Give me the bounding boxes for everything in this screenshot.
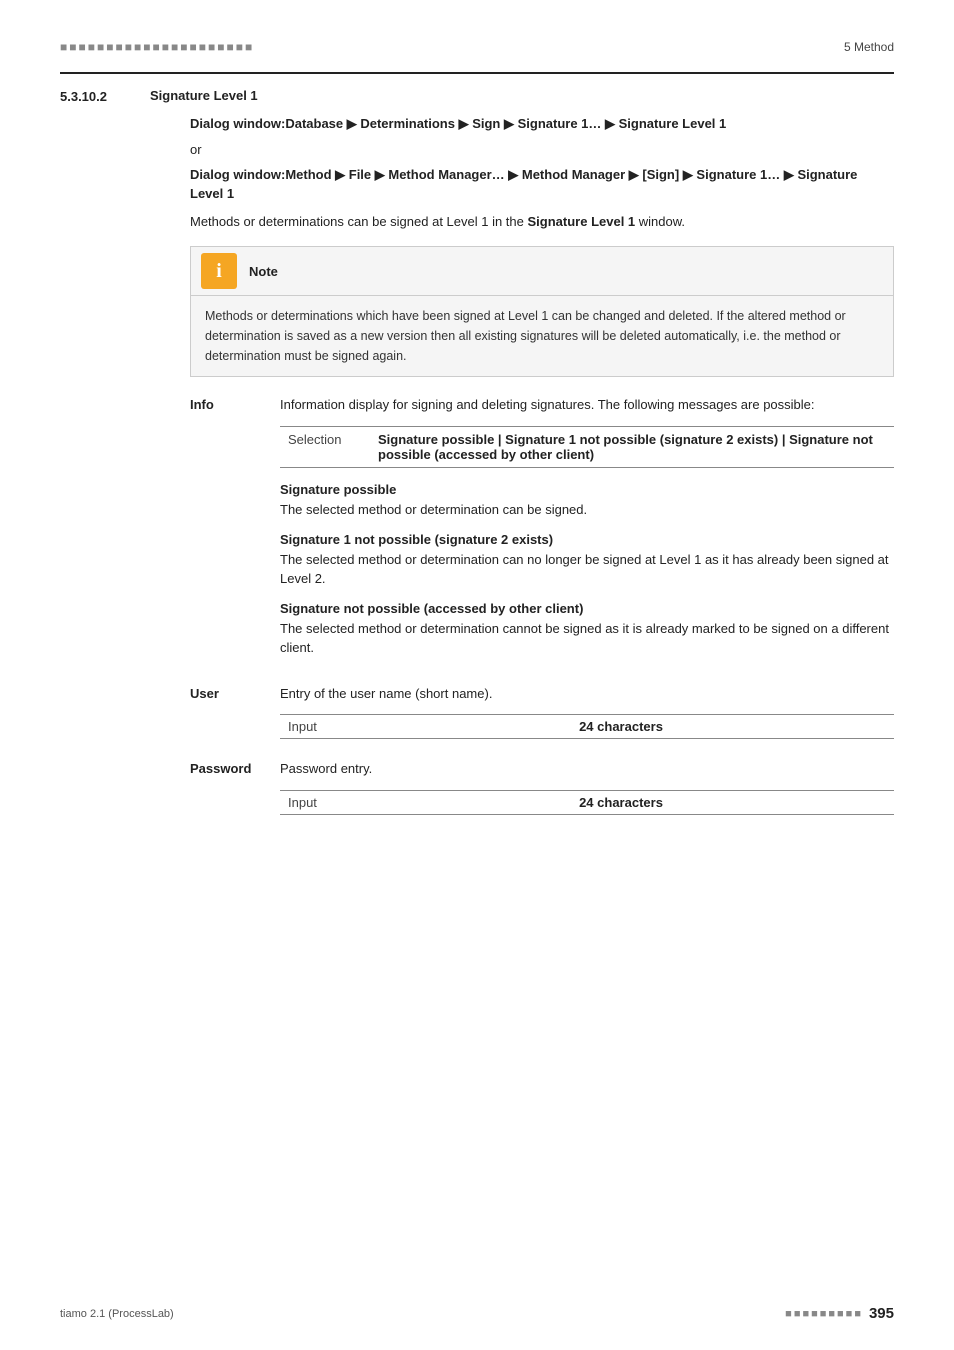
content-area: Dialog window:Database ▶ Determinations …	[190, 114, 894, 819]
info-content: Information display for signing and dele…	[280, 395, 894, 669]
top-bar: ■■■■■■■■■■■■■■■■■■■■■ 5 Method	[60, 40, 894, 54]
sub-item-title-0: Signature possible	[280, 482, 894, 497]
user-section: User Entry of the user name (short name)…	[190, 684, 894, 744]
user-input-row: Input 24 characters	[280, 715, 894, 739]
user-input-table: Input 24 characters	[280, 714, 894, 739]
table-row: Selection Signature possible | Signature…	[280, 427, 894, 468]
note-box: i Note Methods or determinations which h…	[190, 246, 894, 377]
sub-item-2: Signature not possible (accessed by othe…	[280, 601, 894, 658]
page-footer: tiamo 2.1 (ProcessLab) ■■■■■■■■■ 395	[60, 1305, 894, 1322]
note-header: i Note	[191, 247, 893, 296]
info-text: Information display for signing and dele…	[280, 395, 894, 416]
password-input-table: Input 24 characters	[280, 790, 894, 815]
selection-label-cell: Selection	[280, 427, 370, 468]
sub-item-0: Signature possible The selected method o…	[280, 482, 894, 520]
sub-item-1: Signature 1 not possible (signature 2 ex…	[280, 532, 894, 589]
note-title: Note	[249, 264, 278, 279]
sub-item-text-1: The selected method or determination can…	[280, 550, 894, 589]
sub-item-title-2: Signature not possible (accessed by othe…	[280, 601, 894, 616]
user-input-value-cell: 24 characters	[571, 715, 894, 739]
top-bar-section: 5 Method	[844, 40, 894, 54]
password-input-label-cell: Input	[280, 791, 571, 815]
info-icon: i	[201, 253, 237, 289]
top-bar-dots: ■■■■■■■■■■■■■■■■■■■■■	[60, 40, 254, 54]
selection-table: Selection Signature possible | Signature…	[280, 426, 894, 468]
password-description: Password entry.	[280, 759, 894, 780]
password-input-row: Input 24 characters	[280, 791, 894, 815]
user-content: Entry of the user name (short name). Inp…	[280, 684, 894, 744]
dialog-path-2: Dialog window:Method ▶ File ▶ Method Man…	[190, 165, 894, 204]
footer-page: 395	[869, 1305, 894, 1322]
footer-dots: ■■■■■■■■■	[785, 1308, 863, 1320]
section-title: Signature Level 1	[150, 88, 258, 103]
description-text: Methods or determinations can be signed …	[190, 212, 894, 233]
dialog-path-1: Dialog window:Database ▶ Determinations …	[190, 114, 894, 134]
sub-item-text-2: The selected method or determination can…	[280, 619, 894, 658]
sub-item-text-0: The selected method or determination can…	[280, 500, 894, 520]
user-input-label-cell: Input	[280, 715, 571, 739]
page-number-area: ■■■■■■■■■ 395	[785, 1305, 894, 1322]
section-number: 5.3.10.2	[60, 88, 150, 104]
note-body: Methods or determinations which have bee…	[191, 296, 893, 376]
info-section: Info Information display for signing and…	[190, 395, 894, 669]
top-rule	[60, 72, 894, 74]
password-input-value-cell: 24 characters	[571, 791, 894, 815]
password-label: Password	[190, 759, 280, 776]
page: ■■■■■■■■■■■■■■■■■■■■■ 5 Method 5.3.10.2 …	[0, 0, 954, 1350]
user-description: Entry of the user name (short name).	[280, 684, 894, 705]
or-text: or	[190, 142, 894, 157]
section-heading: 5.3.10.2 Signature Level 1	[60, 88, 894, 104]
password-section: Password Password entry. Input 24 charac…	[190, 759, 894, 819]
footer-left: tiamo 2.1 (ProcessLab)	[60, 1308, 174, 1320]
info-label: Info	[190, 395, 280, 412]
selection-values-cell: Signature possible | Signature 1 not pos…	[370, 427, 894, 468]
password-content: Password entry. Input 24 characters	[280, 759, 894, 819]
user-label: User	[190, 684, 280, 701]
sub-item-title-1: Signature 1 not possible (signature 2 ex…	[280, 532, 894, 547]
